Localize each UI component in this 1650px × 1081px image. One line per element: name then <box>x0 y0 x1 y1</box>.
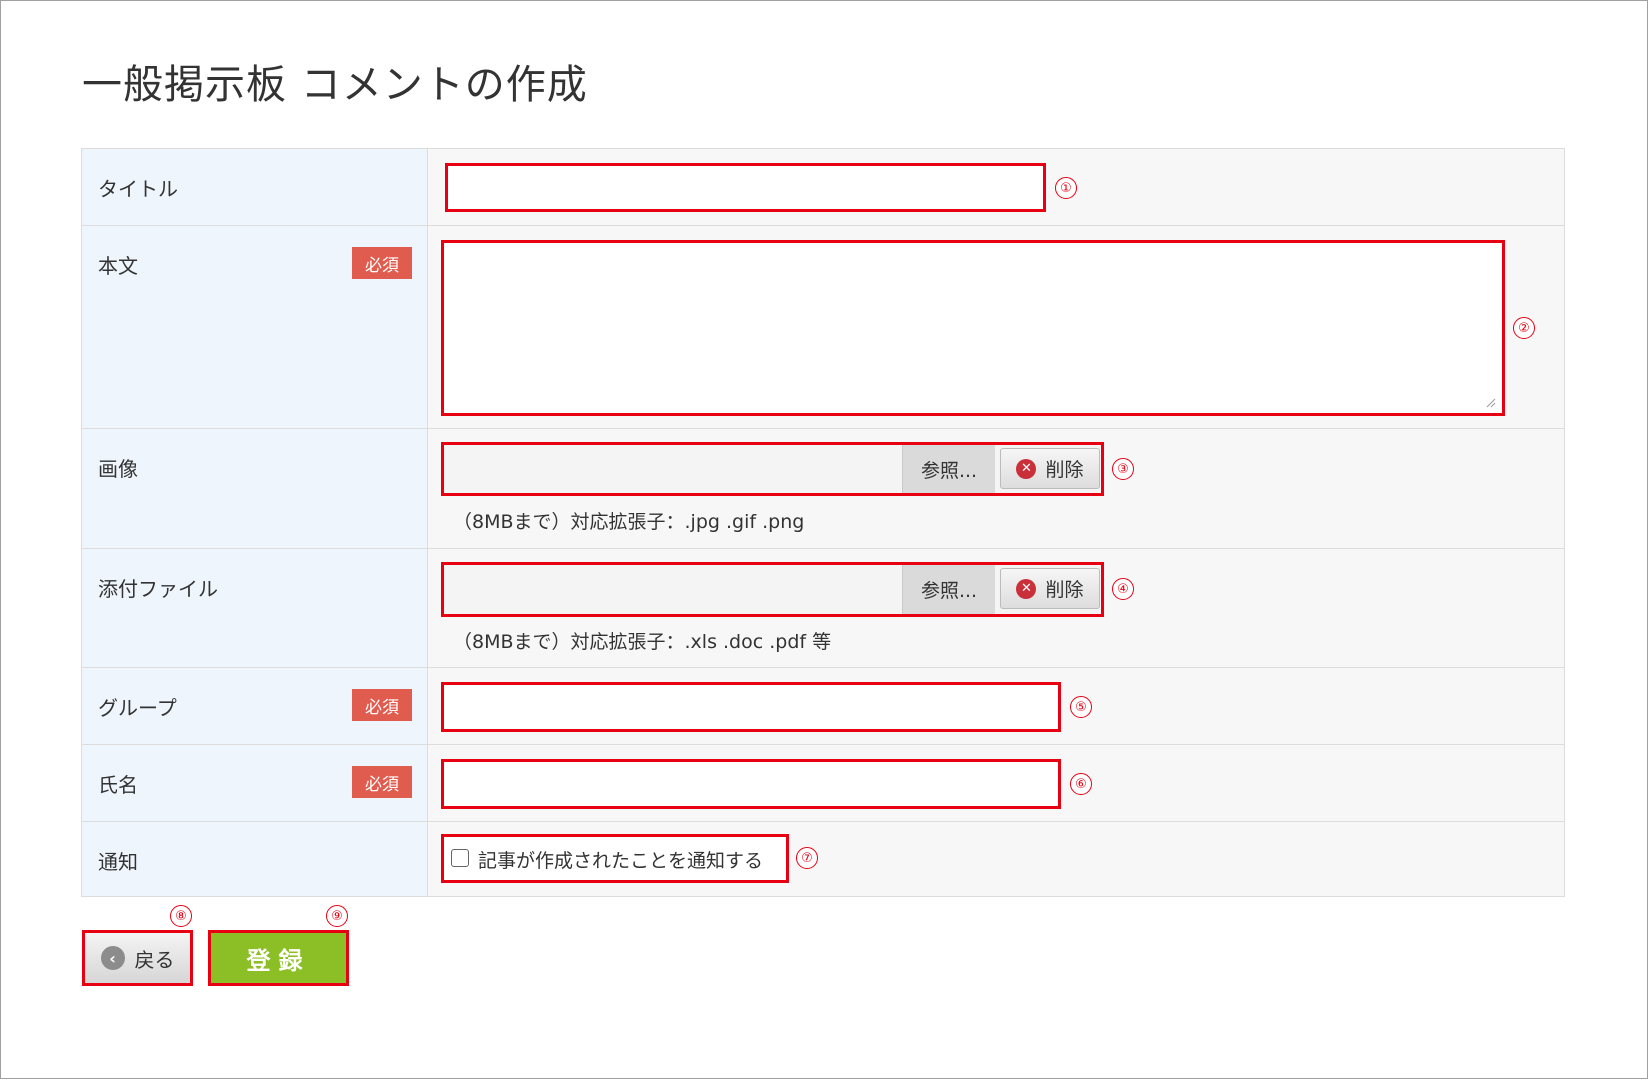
row-body: 本文 必須 ② <box>82 226 1564 429</box>
row-attachment: 添付ファイル 参照... ✕ 削除 ④ （8MBまで）対応拡張子：.xls .d… <box>82 549 1564 668</box>
notify-checkbox-label[interactable]: 記事が作成されたことを通知する <box>478 846 763 873</box>
attachment-delete-label: 削除 <box>1045 579 1084 601</box>
marker-8: ⑧ <box>170 905 192 927</box>
value-cell-name: ⑥ <box>428 745 1564 821</box>
value-cell-body: ② <box>428 226 1564 428</box>
required-badge: 必須 <box>352 766 412 798</box>
label-cell-group: グループ 必須 <box>82 668 428 744</box>
title-label: タイトル <box>98 177 178 201</box>
notify-checkbox[interactable] <box>451 849 469 867</box>
value-cell-title: ① <box>428 149 1564 225</box>
row-image: 画像 参照... ✕ 削除 ③ （8MBまで）対応拡張子：.jpg .gif .… <box>82 429 1564 549</box>
required-badge: 必須 <box>352 247 412 279</box>
value-cell-group: ⑤ <box>428 668 1564 744</box>
required-badge: 必須 <box>352 689 412 721</box>
notify-label: 通知 <box>98 850 138 874</box>
chevron-left-icon: ‹ <box>100 946 125 970</box>
row-group: グループ 必須 ⑤ <box>82 668 1564 745</box>
image-file-name[interactable] <box>444 445 902 493</box>
row-title: タイトル ① <box>82 149 1564 226</box>
delete-x-icon: ✕ <box>1016 578 1037 599</box>
image-file-input: 参照... ✕ 削除 <box>441 442 1104 496</box>
marker-1: ① <box>1055 177 1077 199</box>
marker-3: ③ <box>1112 458 1134 480</box>
label-cell-notify: 通知 <box>82 822 428 896</box>
image-delete-button[interactable]: ✕ 削除 <box>1000 448 1100 489</box>
attachment-label: 添付ファイル <box>98 577 218 601</box>
row-name: 氏名 必須 ⑥ <box>82 745 1564 822</box>
marker-4: ④ <box>1112 578 1134 600</box>
name-label: 氏名 <box>98 773 138 797</box>
back-button[interactable]: ‹ 戻る <box>82 930 193 986</box>
label-cell-image: 画像 <box>82 429 428 548</box>
row-notify: 通知 記事が作成されたことを通知する ⑦ <box>82 822 1564 896</box>
marker-6: ⑥ <box>1070 773 1092 795</box>
image-delete-label: 削除 <box>1045 459 1084 481</box>
image-note: （8MBまで）対応拡張子：.jpg .gif .png <box>453 511 805 533</box>
title-input[interactable] <box>445 163 1046 212</box>
name-input[interactable] <box>441 759 1061 809</box>
comment-form: タイトル ① 本文 必須 ② 画像 参照... ✕ 削除 ③ （8MBまで）対応… <box>81 148 1565 897</box>
group-select[interactable] <box>441 682 1061 732</box>
marker-9: ⑨ <box>326 905 348 927</box>
attachment-file-input: 参照... ✕ 削除 <box>441 562 1104 617</box>
value-cell-image: 参照... ✕ 削除 ③ （8MBまで）対応拡張子：.jpg .gif .png <box>428 429 1564 548</box>
marker-7: ⑦ <box>796 847 818 869</box>
group-label: グループ <box>98 696 177 720</box>
body-label: 本文 <box>98 254 138 278</box>
delete-x-icon: ✕ <box>1016 458 1037 479</box>
value-cell-attachment: 参照... ✕ 削除 ④ （8MBまで）対応拡張子：.xls .doc .pdf… <box>428 549 1564 667</box>
notify-checkbox-group[interactable]: 記事が作成されたことを通知する <box>441 834 789 883</box>
page-title: 一般掲示板 コメントの作成 <box>82 62 588 108</box>
back-button-label: 戻る <box>134 947 175 972</box>
attachment-browse-button[interactable]: 参照... <box>902 565 995 614</box>
submit-button[interactable]: 登録 <box>208 930 349 986</box>
attachment-delete-button[interactable]: ✕ 削除 <box>1000 568 1100 609</box>
image-label: 画像 <box>98 457 138 481</box>
attachment-file-name[interactable] <box>444 565 902 614</box>
label-cell-attachment: 添付ファイル <box>82 549 428 667</box>
label-cell-body: 本文 必須 <box>82 226 428 428</box>
image-browse-button[interactable]: 参照... <box>902 445 995 493</box>
label-cell-title: タイトル <box>82 149 428 225</box>
label-cell-name: 氏名 必須 <box>82 745 428 821</box>
marker-5: ⑤ <box>1070 696 1092 718</box>
marker-2: ② <box>1513 317 1535 339</box>
resize-grip-icon[interactable] <box>1486 398 1496 408</box>
attachment-note: （8MBまで）対応拡張子：.xls .doc .pdf 等 <box>453 631 832 653</box>
value-cell-notify: 記事が作成されたことを通知する ⑦ <box>428 822 1564 896</box>
body-textarea[interactable] <box>441 240 1505 416</box>
